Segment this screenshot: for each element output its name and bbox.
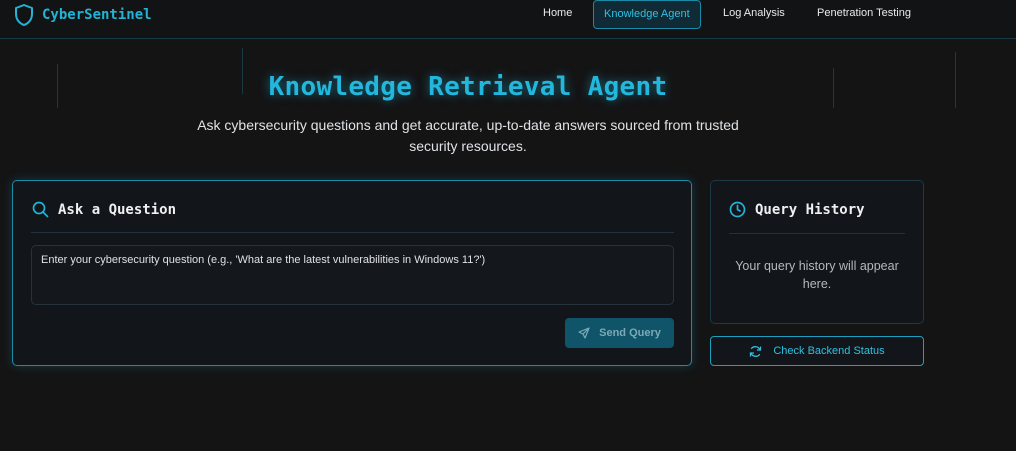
brand-name: CyberSentinel bbox=[42, 7, 152, 23]
query-history-title: Query History bbox=[755, 201, 865, 218]
send-icon bbox=[578, 327, 599, 339]
decorative-line bbox=[955, 52, 956, 108]
question-input[interactable] bbox=[31, 245, 674, 305]
check-backend-status-button[interactable]: Check Backend Status bbox=[710, 336, 924, 366]
clock-icon bbox=[729, 201, 746, 218]
top-navbar: CyberSentinel Home Knowledge Agent Log A… bbox=[0, 0, 1016, 39]
nav-knowledge-agent[interactable]: Knowledge Agent bbox=[593, 0, 701, 29]
ask-question-header: Ask a Question bbox=[32, 201, 176, 218]
divider bbox=[729, 233, 905, 234]
send-query-button[interactable]: Send Query bbox=[565, 318, 674, 348]
send-query-label: Send Query bbox=[599, 327, 661, 339]
check-backend-status-label: Check Backend Status bbox=[773, 345, 885, 357]
ask-question-panel: Ask a Question Send Query bbox=[12, 180, 692, 366]
history-empty-text: Your query history will appear here. bbox=[735, 259, 899, 291]
nav-log-analysis[interactable]: Log Analysis bbox=[723, 0, 785, 29]
divider bbox=[31, 232, 674, 233]
nav-penetration-testing[interactable]: Penetration Testing bbox=[817, 0, 911, 29]
ask-question-title: Ask a Question bbox=[58, 201, 177, 218]
nav-home[interactable]: Home bbox=[543, 0, 572, 29]
page-subtitle: Ask cybersecurity questions and get accu… bbox=[197, 117, 739, 154]
page-title: Knowledge Retrieval Agent bbox=[268, 72, 668, 102]
shield-icon bbox=[14, 3, 34, 27]
brand-logo[interactable]: CyberSentinel bbox=[14, 3, 152, 27]
query-history-header: Query History bbox=[729, 201, 865, 218]
query-history-panel: Query History Your query history will ap… bbox=[710, 180, 924, 324]
refresh-icon bbox=[749, 345, 773, 358]
search-icon bbox=[32, 201, 49, 218]
